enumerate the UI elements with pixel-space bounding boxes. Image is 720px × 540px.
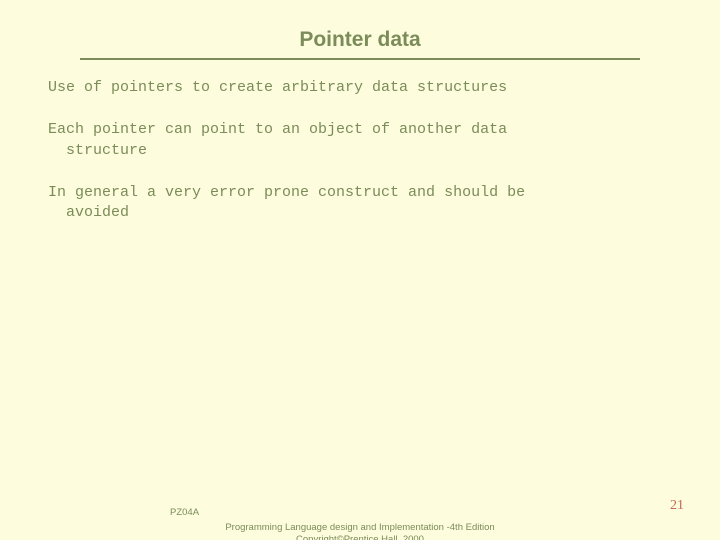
paragraph: In general a very error prone construct …	[48, 183, 680, 224]
title-underline	[80, 58, 640, 60]
footer-center: Programming Language design and Implemen…	[0, 522, 720, 540]
slide: Pointer data Use of pointers to create a…	[0, 0, 720, 540]
title-block: Pointer data	[0, 28, 720, 60]
slide-title: Pointer data	[0, 28, 720, 52]
paragraph: Use of pointers to create arbitrary data…	[48, 78, 680, 98]
footer-code: PZ04A	[170, 507, 199, 518]
page-number: 21	[670, 498, 684, 514]
footer-line1: Programming Language design and Implemen…	[225, 522, 494, 533]
paragraph: Each pointer can point to an object of a…	[48, 120, 680, 161]
footer-line2: Copyright©Prentice Hall, 2000	[296, 534, 424, 540]
slide-body: Use of pointers to create arbitrary data…	[48, 78, 680, 245]
